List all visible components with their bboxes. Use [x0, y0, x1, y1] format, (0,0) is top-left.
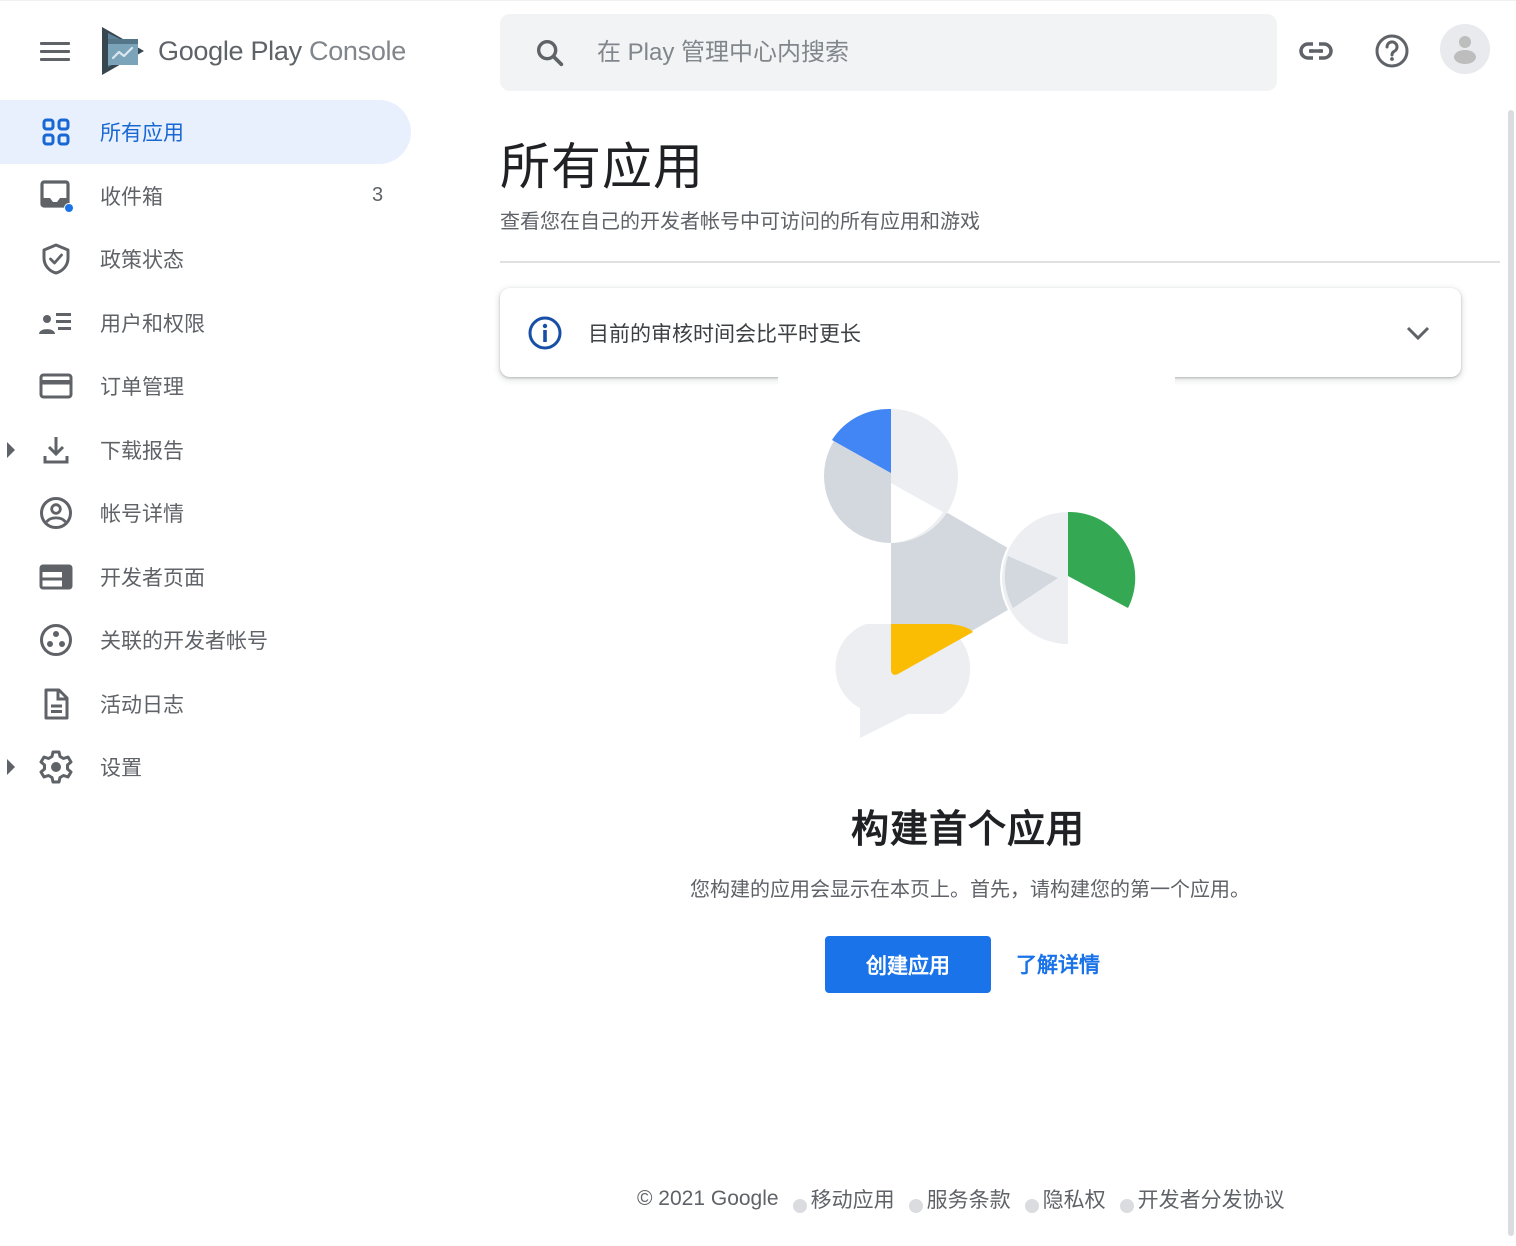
create-app-button[interactable]: 创建应用	[825, 936, 991, 993]
footer-link-privacy[interactable]: 隐私权	[1043, 1184, 1106, 1214]
copy-link-button[interactable]	[1294, 31, 1338, 71]
footer-link-mobile-app[interactable]: 移动应用	[811, 1184, 895, 1214]
sidebar-item-policy-status[interactable]: 政策状态	[0, 228, 420, 292]
sidebar-item-developer-page[interactable]: 开发者页面	[0, 545, 420, 609]
empty-state-illustration	[778, 376, 1175, 756]
copyright-text: © 2021 Google	[637, 1187, 779, 1210]
sidebar-item-linked-developer-accounts[interactable]: 关联的开发者帐号	[0, 609, 420, 673]
footer-separator	[792, 1199, 807, 1213]
sidebar-item-label: 设置	[100, 757, 142, 781]
review-time-notice[interactable]: 目前的审核时间会比平时更长	[500, 288, 1461, 377]
developer-page-icon	[38, 559, 74, 595]
users-permissions-icon	[38, 305, 74, 341]
footer-separator	[908, 1199, 923, 1213]
chevron-down-icon[interactable]	[1401, 316, 1435, 350]
account-circle-icon	[38, 495, 74, 531]
footer-separator	[1119, 1199, 1134, 1213]
header-divider	[500, 261, 1500, 263]
credit-card-icon	[38, 368, 74, 404]
person-icon	[1454, 36, 1476, 64]
sidebar-item-label: 订单管理	[100, 376, 184, 400]
gear-icon	[38, 749, 74, 785]
sidebar-item-label: 所有应用	[100, 122, 184, 145]
hamburger-line	[40, 42, 70, 45]
footer-link-developer-distribution-agreement[interactable]: 开发者分发协议	[1138, 1184, 1285, 1214]
notice-text: 目前的审核时间会比平时更长	[588, 322, 861, 346]
footer-separator	[1024, 1199, 1039, 1213]
sidebar-nav: 所有应用 收件箱 3 政策状态 用户和权限 订单管理 下载报告 帐号详情 开发者…	[0, 100, 420, 799]
info-icon	[528, 316, 562, 349]
account-avatar[interactable]	[1440, 24, 1490, 74]
inbox-icon	[38, 178, 74, 214]
empty-state-title: 构建首个应用	[850, 809, 1085, 851]
sidebar-item-label: 活动日志	[100, 693, 184, 717]
sidebar-item-all-apps[interactable]: 所有应用	[0, 100, 411, 164]
search-icon[interactable]	[533, 36, 567, 70]
app-title-main: Google Play	[158, 35, 302, 66]
sidebar-item-order-management[interactable]: 订单管理	[0, 355, 420, 419]
apps-grid-icon	[38, 114, 74, 150]
play-console-logo-icon	[102, 27, 144, 75]
hamburger-line	[40, 58, 70, 61]
play-shapes-illustration	[824, 408, 1136, 738]
empty-state-description: 您构建的应用会显示在本页上。首先，请构建您的第一个应用。	[690, 879, 1250, 901]
sidebar-item-download-reports[interactable]: 下载报告	[0, 418, 420, 482]
help-button[interactable]	[1370, 29, 1414, 73]
link-icon	[1299, 42, 1333, 60]
main-menu-button[interactable]	[36, 35, 76, 69]
sidebar-item-inbox[interactable]: 收件箱 3	[0, 164, 420, 228]
footer: © 2021 Google 移动应用 服务条款 隐私权 开发者分发协议	[637, 1184, 1285, 1214]
sidebar-item-label: 政策状态	[100, 249, 184, 273]
inbox-count-badge: 3	[372, 184, 384, 207]
page-scrollbar[interactable]	[1508, 110, 1514, 1236]
help-icon	[1375, 34, 1409, 68]
expand-caret-icon[interactable]	[7, 759, 15, 776]
page-subtitle: 查看您在自己的开发者帐号中可访问的所有应用和游戏	[500, 211, 980, 233]
page-title: 所有应用	[500, 139, 704, 195]
sidebar-item-label: 关联的开发者帐号	[100, 630, 268, 654]
search-bar	[500, 14, 1277, 91]
download-icon	[38, 432, 74, 468]
sidebar-item-activity-log[interactable]: 活动日志	[0, 672, 420, 736]
top-app-bar: Google Play Console	[0, 0, 1516, 100]
linked-accounts-icon	[38, 622, 74, 658]
footer-link-terms[interactable]: 服务条款	[927, 1184, 1011, 1214]
sidebar-item-label: 下载报告	[100, 439, 184, 463]
app-title: Google Play Console	[158, 36, 406, 67]
play-console-logo[interactable]: Google Play Console	[100, 23, 406, 79]
sidebar-item-users-permissions[interactable]: 用户和权限	[0, 291, 420, 355]
sidebar-item-label: 开发者页面	[100, 566, 205, 590]
sidebar-item-label: 帐号详情	[100, 503, 184, 527]
search-input[interactable]	[597, 38, 1197, 67]
shield-check-icon	[38, 241, 74, 277]
app-title-console: Console	[301, 35, 406, 66]
document-icon	[38, 686, 74, 722]
hamburger-line	[40, 50, 70, 53]
sidebar-item-label: 收件箱	[100, 185, 163, 209]
sidebar-item-account-details[interactable]: 帐号详情	[0, 482, 420, 546]
expand-caret-icon[interactable]	[7, 441, 15, 458]
learn-more-link[interactable]: 了解详情	[1016, 949, 1100, 979]
sidebar-item-label: 用户和权限	[100, 312, 205, 336]
sidebar-item-settings[interactable]: 设置	[0, 736, 420, 800]
